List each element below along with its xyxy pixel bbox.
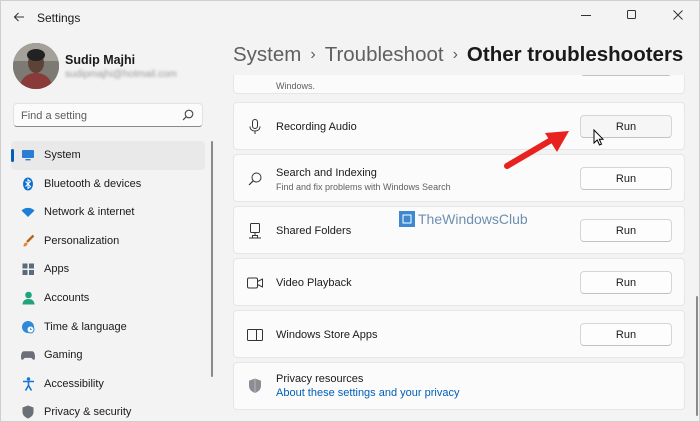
sidebar-item-label: System [44, 149, 81, 161]
maximize-icon [627, 10, 636, 19]
sidebar-item-label: Accessibility [44, 377, 104, 390]
sidebar-item-system[interactable]: System [11, 141, 205, 170]
microphone-icon [247, 119, 263, 135]
shield-icon [21, 405, 35, 419]
troubleshooter-title: Search and Indexing [276, 167, 377, 179]
troubleshooter-card-store-apps: Windows Store Apps Run [233, 310, 685, 358]
breadcrumb-system[interactable]: System [233, 43, 301, 66]
annotation-arrow-icon [504, 131, 569, 169]
monitor-icon [21, 148, 35, 162]
window-title: Settings [37, 11, 81, 25]
video-icon [247, 275, 263, 291]
breadcrumb-separator: › [452, 46, 458, 63]
sidebar-nav: System Bluetooth & devices Network & int… [11, 141, 205, 421]
troubleshooter-title: Video Playback [276, 277, 352, 289]
run-button-shared-folders[interactable]: Run [580, 219, 672, 242]
sidebar-item-privacy[interactable]: Privacy & security [11, 398, 205, 421]
troubleshooter-title: Recording Audio [276, 121, 357, 133]
run-button-video-playback[interactable]: Run [580, 271, 672, 294]
globe-clock-icon [21, 320, 35, 334]
arrow-left-icon [13, 12, 24, 22]
sidebar-item-label: Gaming [44, 349, 83, 362]
troubleshooter-title: Windows Store Apps [276, 329, 378, 341]
run-button-search-indexing[interactable]: Run [580, 167, 672, 190]
search-input[interactable] [21, 108, 181, 123]
sidebar-item-accessibility[interactable]: Accessibility [11, 370, 205, 399]
privacy-title: Privacy resources [276, 373, 364, 385]
sidebar-item-label: Time & language [44, 320, 127, 333]
sidebar-item-network[interactable]: Network & internet [11, 198, 205, 227]
privacy-resources-card: Privacy resources About these settings a… [233, 362, 685, 410]
sidebar-item-label: Network & internet [44, 206, 135, 219]
search-box[interactable] [13, 103, 203, 127]
sidebar-item-label: Accounts [44, 291, 90, 304]
back-button[interactable] [9, 7, 29, 27]
page-title: Other troubleshooters [466, 43, 684, 66]
watermark-text: TheWindowsClub [418, 211, 528, 227]
gamepad-icon [21, 348, 35, 362]
wifi-icon [21, 205, 35, 219]
bluetooth-icon [21, 177, 35, 191]
person-icon [21, 291, 35, 305]
profile-email: sudipmajhi@hotmail.com [65, 69, 177, 80]
troubleshooter-list: Windows. Recording Audio Run Search and … [233, 75, 685, 421]
avatar-image [13, 43, 59, 89]
breadcrumb-troubleshoot[interactable]: Troubleshoot [325, 43, 444, 66]
troubleshooter-card-search-indexing: Search and Indexing Find and fix problem… [233, 154, 685, 202]
run-button-partial[interactable] [580, 75, 672, 76]
avatar[interactable] [13, 43, 59, 89]
apps-icon [21, 262, 35, 276]
sidebar-item-label: Apps [44, 263, 70, 276]
sidebar-item-accounts[interactable]: Accounts [11, 284, 205, 313]
minimize-icon [581, 15, 591, 16]
search-icon [182, 109, 194, 121]
troubleshooter-title: Shared Folders [276, 225, 352, 237]
sidebar-item-label: Privacy & security [44, 406, 132, 419]
main-scrollbar[interactable] [696, 296, 698, 416]
shield-icon [247, 378, 263, 394]
run-button-store-apps[interactable]: Run [580, 323, 672, 346]
sidebar-item-bluetooth[interactable]: Bluetooth & devices [11, 170, 205, 199]
breadcrumb-separator: › [310, 46, 316, 63]
sidebar-item-label: Personalization [44, 234, 120, 247]
troubleshooter-card-video-playback: Video Playback Run [233, 258, 685, 306]
sidebar-item-time-language[interactable]: Time & language [11, 313, 205, 342]
sidebar-item-personalization[interactable]: Personalization [11, 227, 205, 256]
sidebar-item-apps[interactable]: Apps [11, 255, 205, 284]
maximize-button[interactable] [609, 1, 655, 29]
troubleshooter-desc: Windows. [276, 81, 316, 91]
troubleshooter-card-partial: Windows. [233, 75, 685, 94]
sidebar-scrollbar[interactable] [211, 141, 213, 377]
search-icon [247, 171, 263, 187]
watermark-logo-icon [399, 211, 415, 227]
sidebar-item-gaming[interactable]: Gaming [11, 341, 205, 370]
privacy-link[interactable]: About these settings and your privacy [276, 387, 459, 399]
watermark: TheWindowsClub [399, 211, 528, 227]
minimize-button[interactable] [563, 1, 609, 29]
close-icon [673, 10, 683, 20]
mouse-cursor-icon [593, 129, 605, 146]
sidebar-item-label: Bluetooth & devices [44, 177, 142, 190]
troubleshooter-card-recording-audio: Recording Audio Run [233, 102, 685, 150]
accessibility-icon [21, 377, 35, 391]
troubleshooter-desc: Find and fix problems with Windows Searc… [276, 182, 451, 192]
settings-window: Settings Sudip Majhi sudipmajhi@hotmail.… [0, 0, 700, 422]
close-button[interactable] [655, 1, 699, 29]
title-bar: Settings [1, 1, 699, 33]
store-app-icon [247, 327, 263, 343]
profile-name: Sudip Majhi [65, 53, 136, 67]
brush-icon [21, 234, 35, 248]
shared-drive-icon [247, 223, 263, 239]
breadcrumb: System › Troubleshoot › Other troubleshooter… [233, 43, 683, 67]
